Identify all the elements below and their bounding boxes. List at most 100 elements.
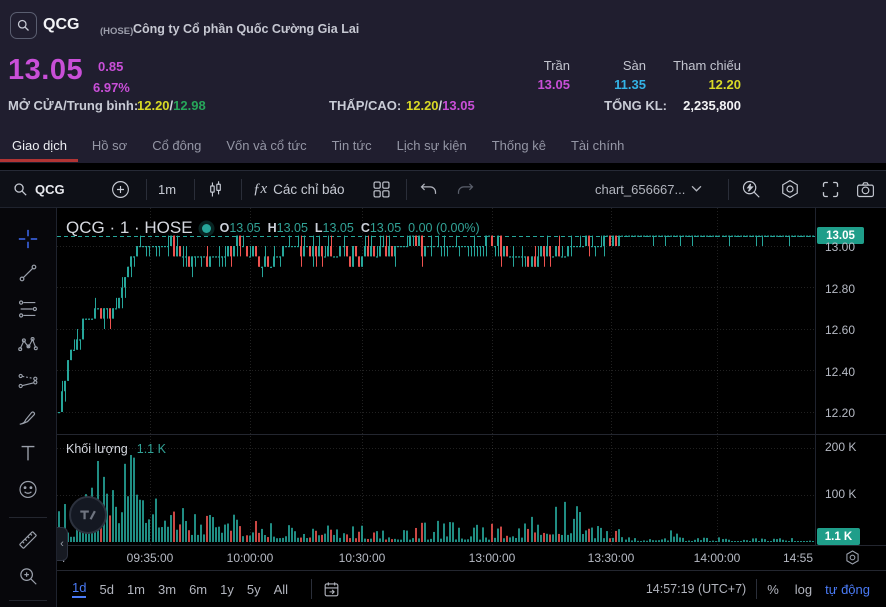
toolbar-divider	[9, 600, 47, 601]
tool-measure-button[interactable]	[11, 525, 45, 555]
clock[interactable]: 14:57:19 (UTC+7)	[646, 582, 746, 596]
tradingview-logo[interactable]	[69, 496, 107, 534]
tool-zoom-in-button[interactable]	[11, 561, 45, 591]
candlestick-chart-icon	[205, 179, 226, 200]
volume-legend[interactable]: Khối lượng1.1 K	[66, 442, 166, 456]
bottom-bar-separator	[756, 579, 757, 599]
last-volume-badge: 1.1 K	[817, 528, 860, 545]
range-all-button[interactable]: All	[274, 582, 288, 597]
range-1d-button[interactable]: 1d	[72, 580, 86, 598]
redo-button[interactable]	[455, 171, 476, 207]
percent-scale-button[interactable]: %	[767, 582, 779, 597]
calendar-go-icon	[322, 580, 341, 599]
chart-settings-button[interactable]	[779, 171, 801, 207]
range-5d-button[interactable]: 5d	[99, 582, 113, 597]
range-5y-button[interactable]: 5y	[247, 582, 261, 597]
pane-divider[interactable]	[57, 434, 886, 435]
low-value: 12.20	[406, 98, 439, 113]
tool-fib-retracement-button[interactable]	[11, 294, 45, 324]
price-chart-canvas[interactable]	[57, 208, 815, 545]
time-axis-settings-button[interactable]	[844, 549, 861, 566]
symbol-ticker: QCG	[43, 16, 79, 34]
low-high-label: THẤP/CAO:	[329, 98, 401, 113]
tab-co-dong[interactable]: Cổ đông	[152, 138, 201, 153]
chart-toolbar: QCG 1m ƒx Các chỉ báo chart_656667...	[0, 170, 886, 208]
tab-lich-su-kien[interactable]: Lịch sự kiện	[397, 138, 467, 153]
fib-retracement-icon	[17, 298, 39, 320]
tool-text-button[interactable]	[11, 438, 45, 468]
tool-projection-button[interactable]	[11, 366, 45, 396]
interval-button[interactable]: 1m	[158, 171, 176, 207]
quick-search-button[interactable]	[740, 171, 762, 207]
grid-layout-icon	[371, 179, 392, 200]
text-icon	[17, 442, 39, 464]
undo-button[interactable]	[418, 171, 439, 207]
open-average-label: MỞ CỬA/Trung bình:	[8, 98, 138, 113]
open-value: 12.20	[137, 98, 170, 113]
high-value: 13.05	[442, 98, 475, 113]
low-letter: L	[315, 221, 323, 235]
ruler-icon	[17, 529, 39, 551]
symbol-search-button[interactable]	[10, 12, 37, 39]
brush-icon	[17, 406, 39, 428]
tab-ho-so[interactable]: Hồ sơ	[92, 138, 127, 153]
close-letter: C	[361, 221, 370, 235]
time-axis[interactable]: 4 09:35:00 10:00:00 10:30:00 13:00:00 13…	[57, 545, 886, 570]
bottom-bar-separator	[311, 579, 312, 599]
tradingview-logo-icon	[76, 503, 100, 527]
legend-close: 13.05	[370, 221, 401, 235]
ceiling-value: 13.05	[490, 77, 570, 92]
tool-brush-button[interactable]	[11, 402, 45, 432]
toolbar-separator	[241, 179, 242, 200]
range-6m-button[interactable]: 6m	[189, 582, 207, 597]
layout-grid-button[interactable]	[371, 171, 392, 207]
tab-von-va-co-tuc[interactable]: Vốn và cổ tức	[226, 138, 306, 153]
active-tab-underline	[0, 159, 78, 162]
low-high-value: 12.20/13.05	[406, 98, 475, 113]
company-name: Công ty Cổ phần Quốc Cường Gia Lai	[133, 22, 359, 36]
fullscreen-button[interactable]	[820, 171, 841, 207]
legend-change: 0.00 (0.00%)	[408, 221, 480, 235]
undo-icon	[418, 179, 439, 200]
legend-title: QCG · 1 · HOSE	[66, 218, 193, 238]
chart-bottom-bar: 1d 5d 1m 3m 6m 1y 5y All 14:57:19 (UTC+7…	[57, 570, 886, 607]
tool-trendline-button[interactable]	[11, 258, 45, 288]
chart-legend[interactable]: QCG · 1 · HOSE O13.05 H13.05 L13.05 C13.…	[66, 218, 480, 238]
time-tick: 10:00:00	[227, 551, 274, 565]
tab-thong-ke[interactable]: Thống kê	[492, 138, 546, 153]
auto-scale-button[interactable]: tự động	[825, 582, 870, 597]
tool-crosshair-button[interactable]	[11, 224, 45, 254]
xabcd-pattern-icon	[17, 334, 39, 356]
indicators-button[interactable]: ƒx Các chỉ báo	[253, 171, 344, 207]
tab-giao-dich[interactable]: Giao dịch	[12, 138, 67, 153]
price-tick: 12.60	[825, 323, 855, 337]
tab-tin-tuc[interactable]: Tin tức	[332, 138, 372, 153]
price-axis[interactable]: 13.05 13.00 12.80 12.60 12.40 12.20 200 …	[815, 208, 886, 545]
tab-tai-chinh[interactable]: Tài chính	[571, 138, 624, 153]
price-tick: 12.40	[825, 365, 855, 379]
chart-symbol-search-button[interactable]: QCG	[12, 171, 65, 207]
time-tick: 09:35:00	[127, 551, 174, 565]
range-1m-button[interactable]: 1m	[127, 582, 145, 597]
range-3m-button[interactable]: 3m	[158, 582, 176, 597]
floor-value: 11.35	[566, 77, 646, 92]
range-1y-button[interactable]: 1y	[220, 582, 234, 597]
total-volume-value: 2,235,800	[641, 98, 741, 113]
last-price: 13.05	[8, 54, 83, 87]
time-tick: 10:30:00	[339, 551, 386, 565]
chart-type-button[interactable]	[205, 171, 226, 207]
chart-symbol-label: QCG	[35, 182, 65, 197]
tool-emoji-button[interactable]	[11, 474, 45, 504]
compare-add-button[interactable]	[110, 171, 131, 207]
layout-name-button[interactable]: chart_656667...	[595, 171, 702, 207]
snapshot-button[interactable]	[855, 171, 876, 207]
go-to-date-button[interactable]	[322, 580, 341, 599]
log-scale-button[interactable]: log	[795, 582, 812, 597]
indicators-label: Các chỉ báo	[273, 182, 344, 197]
volume-label: Khối lượng	[66, 442, 128, 456]
volume-tick: 200 K	[825, 440, 856, 454]
stock-trading-app: QCG (HOSE) Công ty Cổ phần Quốc Cường Gi…	[0, 0, 886, 607]
toolbar-collapse-handle[interactable]: ‹	[57, 527, 68, 561]
tool-pattern-button[interactable]	[11, 330, 45, 360]
time-tick: 13:00:00	[469, 551, 516, 565]
